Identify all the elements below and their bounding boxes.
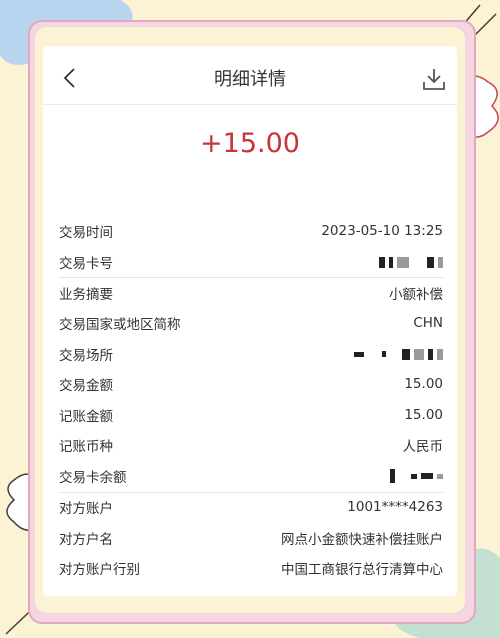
row-value: 小额补偿: [389, 287, 443, 303]
detail-row-time: 交易时间 2023-05-10 13:25: [59, 216, 443, 246]
redacted-value: [379, 256, 443, 268]
row-label: 交易金额: [59, 378, 113, 394]
detail-row-booked-amount: 记账金额 15.00: [59, 400, 443, 430]
detail-row-counter-account: 对方账户 1001****4263: [59, 492, 443, 522]
detail-row-counter-bank: 对方账户行别 中国工商银行总行清算中心: [59, 553, 443, 583]
detail-row-summary: 业务摘要 小额补偿: [59, 278, 443, 308]
detail-row-location: 交易场所: [59, 339, 443, 369]
detail-row-trade-amount: 交易金额 15.00: [59, 369, 443, 399]
redacted-value: [390, 469, 443, 483]
row-label: 对方账户: [59, 501, 113, 517]
row-label: 记账金额: [59, 409, 113, 425]
row-label: 交易卡号: [59, 256, 113, 272]
row-label: 对方账户行别: [59, 562, 140, 578]
row-label: 交易卡余额: [59, 470, 127, 486]
row-label: 交易国家或地区简称: [59, 317, 181, 333]
row-value: CHN: [413, 315, 443, 331]
detail-row-currency: 记账币种 人民币: [59, 430, 443, 460]
row-value: 人民币: [402, 439, 444, 455]
row-value: 中国工商银行总行清算中心: [281, 562, 443, 578]
detail-card: 明细详情 +15.00 交易时间 2023-05-10 13:25 交易卡号 业…: [43, 46, 457, 596]
row-value: 网点小金额快速补偿挂账户: [281, 532, 443, 548]
row-value: 15.00: [404, 407, 443, 423]
row-label: 交易场所: [59, 348, 113, 364]
detail-row-card-number: 交易卡号: [59, 247, 443, 277]
detail-row-counter-name: 对方户名 网点小金额快速补偿挂账户: [59, 523, 443, 553]
top-bar: 明细详情: [43, 46, 457, 105]
page-title: 明细详情: [214, 69, 286, 90]
row-value: 15.00: [404, 376, 443, 392]
download-icon[interactable]: [421, 66, 447, 92]
redacted-value: [354, 348, 443, 360]
row-value: 2023-05-10 13:25: [321, 223, 443, 239]
row-label: 记账币种: [59, 439, 113, 455]
transaction-amount: +15.00: [200, 128, 300, 159]
row-label: 对方户名: [59, 532, 113, 548]
row-label: 交易时间: [59, 225, 113, 241]
detail-row-country: 交易国家或地区简称 CHN: [59, 308, 443, 338]
detail-row-card-balance: 交易卡余额: [59, 461, 443, 491]
row-value: 1001****4263: [347, 499, 443, 515]
row-label: 业务摘要: [59, 287, 113, 303]
